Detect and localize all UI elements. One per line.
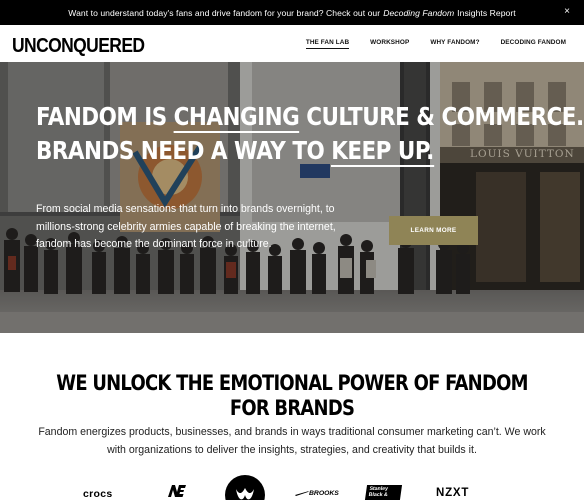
new-balance-logo <box>165 484 187 500</box>
nav-item-decoding-fandom[interactable]: DECODING FANDOM <box>501 39 566 49</box>
brooks-swoosh-icon <box>295 491 309 497</box>
nzxt-logo: NZXT <box>436 487 470 499</box>
nav-item-workshop[interactable]: WORKSHOP <box>370 39 409 49</box>
headline-line1-a: FANDOM IS <box>36 102 174 131</box>
hero-headline: FANDOM IS CHANGING CULTURE & COMMERCE. B… <box>36 100 584 168</box>
announcement-text-after: Insights Report <box>457 7 516 18</box>
lululemon-logo <box>224 475 266 500</box>
crocs-logo: crocs <box>83 488 113 500</box>
site-logo[interactable]: UNCONQUERED <box>12 33 145 58</box>
mission-heading-text: WE UNLOCK THE EMOTIONAL POWER OF FANDOM … <box>56 371 528 421</box>
learn-more-button[interactable]: LEARN MORE <box>389 216 478 245</box>
headline-line2-a: BRANDS NEED A WAY TO <box>36 136 332 165</box>
close-icon[interactable]: × <box>564 6 570 18</box>
mission-heading: WE UNLOCK THE EMOTIONAL POWER OF FANDOM … <box>0 371 584 421</box>
brooks-logo: BROOKS <box>295 490 339 497</box>
nav-item-why-fandom[interactable]: WHY FANDOM? <box>430 39 479 49</box>
hero-section: LOUIS VUITTON FANDOM IS CHANGING CULTURE… <box>0 62 584 333</box>
site-header: UNCONQUERED THE FAN LAB WORKSHOP WHY FAN… <box>0 25 584 62</box>
lululemon-icon <box>225 475 265 500</box>
headline-line1-underlined: CHANGING <box>173 102 300 133</box>
main-nav: THE FAN LAB WORKSHOP WHY FANDOM? DECODIN… <box>285 39 566 49</box>
nav-item-the-fan-lab[interactable]: THE FAN LAB <box>305 39 350 49</box>
announcement-text: Want to understand today's fans and driv… <box>68 7 381 18</box>
announcement-bar[interactable]: Want to understand today's fans and driv… <box>0 0 584 25</box>
client-logos-row: crocs BROOKS Stanley Black & NZXT <box>0 474 584 500</box>
brooks-wordmark: BROOKS <box>309 490 339 497</box>
headline-line1-b: CULTURE & COMMERCE. <box>299 102 584 131</box>
stanley-line2: Black & <box>368 492 389 498</box>
headline-line2-underlined: KEEP UP. <box>331 136 434 167</box>
hero-body-text: From social media sensations that turn i… <box>36 203 336 251</box>
stanley-black-decker-logo: Stanley Black & <box>364 485 403 500</box>
mission-body-text: Fandom energizes products, businesses, a… <box>38 426 546 457</box>
new-balance-icon <box>168 485 186 497</box>
announcement-report-link[interactable]: Decoding Fandom <box>383 8 454 18</box>
